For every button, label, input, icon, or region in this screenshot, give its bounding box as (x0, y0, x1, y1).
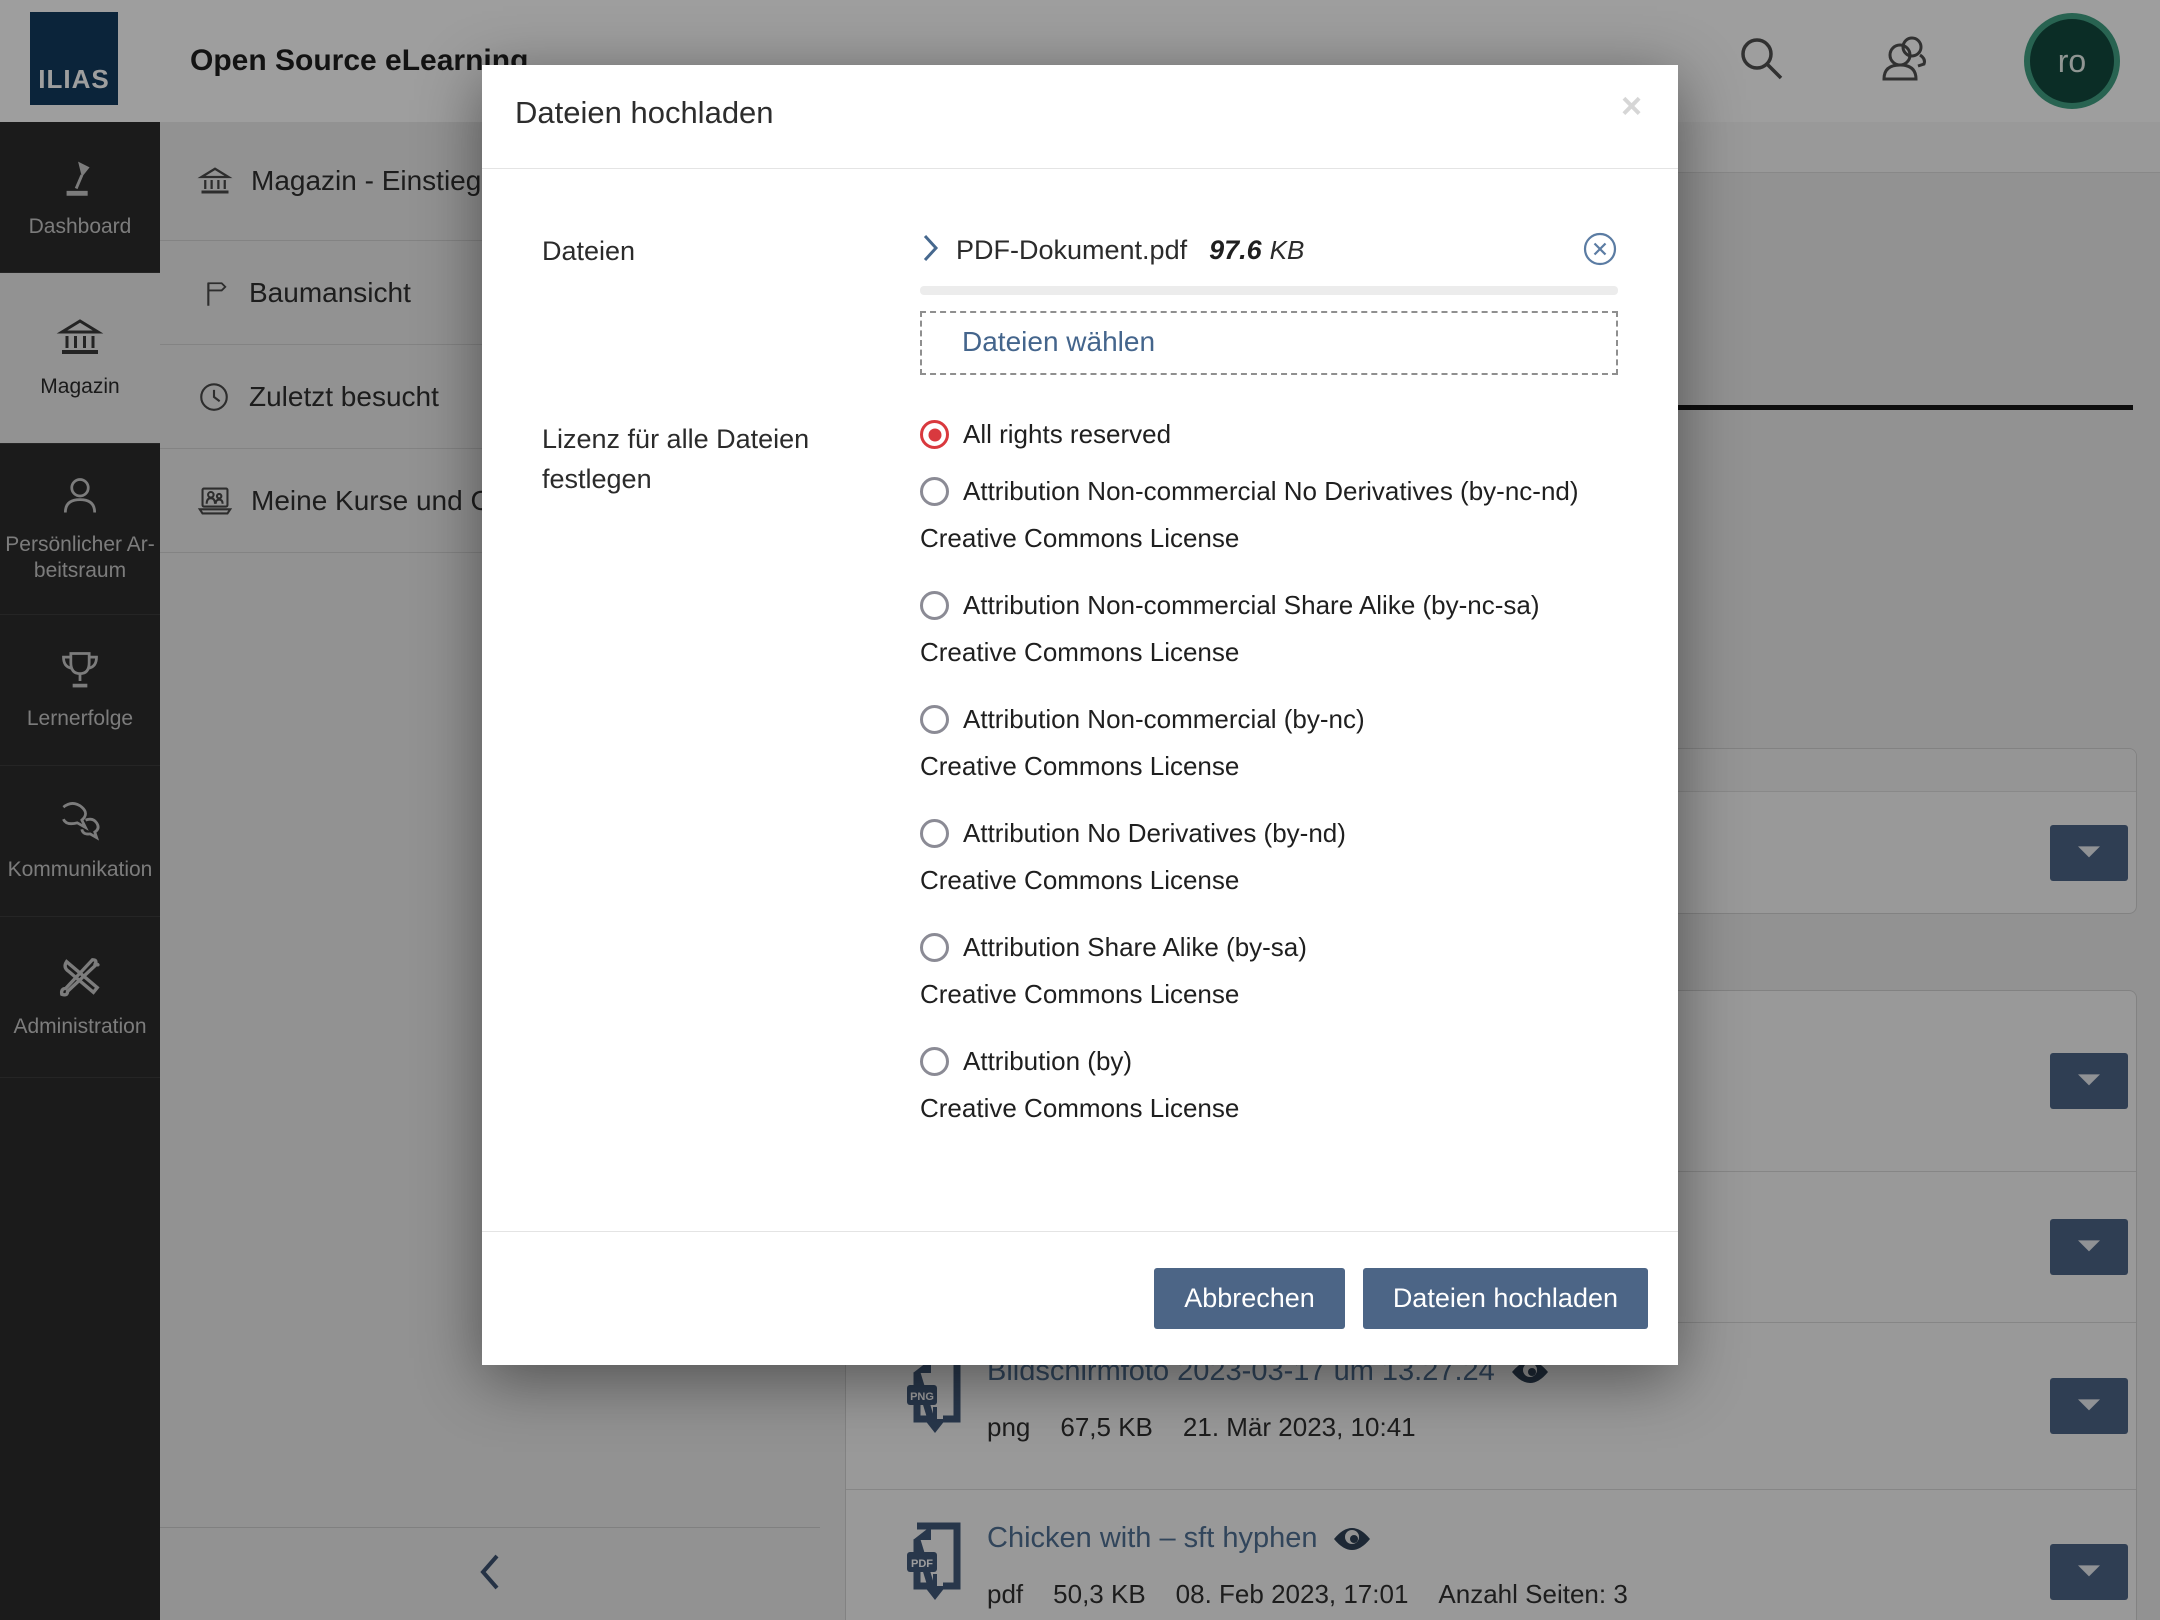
license-sublabel: Creative Commons License (920, 523, 1618, 554)
files-form-row: Dateien PDF-Dokument.pdf 97.6 KB (542, 231, 1618, 375)
radio-option[interactable]: Attribution Non-commercial Share Alike (… (920, 590, 1618, 621)
modal-title: Dateien hochladen (515, 95, 774, 131)
license-form-row: Lizenz für alle Dateien festlegen All ri… (542, 419, 1618, 1160)
radio-option[interactable]: Attribution Non-commercial (by-nc) (920, 704, 1618, 735)
radio-button[interactable] (920, 1047, 949, 1076)
license-options: All rights reserved Attribution Non-comm… (920, 419, 1618, 1160)
license-label: Lizenz für alle Dateien festlegen (542, 419, 920, 1160)
license-option-by-nc: Attribution Non-commercial (by-nc) Creat… (920, 704, 1618, 782)
radio-button[interactable] (920, 933, 949, 962)
files-label: Dateien (542, 231, 920, 375)
radio-button[interactable] (920, 819, 949, 848)
remove-file-icon[interactable] (1582, 231, 1618, 270)
license-option-by-nd: Attribution No Derivatives (by-nd) Creat… (920, 818, 1618, 896)
license-option-by-sa: Attribution Share Alike (by-sa) Creative… (920, 932, 1618, 1010)
uploaded-file-entry: PDF-Dokument.pdf 97.6 KB (920, 231, 1618, 270)
modal-body: Dateien PDF-Dokument.pdf 97.6 KB (482, 169, 1678, 1231)
radio-option[interactable]: Attribution Share Alike (by-sa) (920, 932, 1618, 963)
radio-button[interactable] (920, 591, 949, 620)
choose-files-button[interactable]: Dateien wählen (920, 311, 1618, 375)
radio-option[interactable]: Attribution Non-commercial No Derivative… (920, 476, 1618, 507)
upload-files-modal: Dateien hochladen × Dateien PDF-Dokument… (482, 65, 1678, 1365)
radio-option[interactable]: Attribution No Derivatives (by-nd) (920, 818, 1618, 849)
license-sublabel: Creative Commons License (920, 751, 1618, 782)
upload-files-button[interactable]: Dateien hochladen (1363, 1268, 1648, 1329)
radio-button[interactable] (920, 477, 949, 506)
license-option-by-nc-sa: Attribution Non-commercial Share Alike (… (920, 590, 1618, 668)
expand-file-chevron[interactable] (920, 232, 940, 269)
cancel-button[interactable]: Abbrechen (1154, 1268, 1345, 1329)
license-sublabel: Creative Commons License (920, 979, 1618, 1010)
license-option-all-rights-reserved: All rights reserved (920, 419, 1618, 450)
close-icon[interactable]: × (1615, 87, 1648, 125)
upload-progress-bar (920, 286, 1618, 295)
ilias-app: ILIAS Open Source eLearning ro (0, 0, 2160, 1620)
radio-button[interactable] (920, 420, 949, 449)
uploaded-file-size: 97.6 (1209, 235, 1262, 266)
uploaded-file-name: PDF-Dokument.pdf (956, 235, 1187, 266)
radio-option[interactable]: Attribution (by) (920, 1046, 1618, 1077)
license-option-by: Attribution (by) Creative Commons Licens… (920, 1046, 1618, 1124)
modal-footer: Abbrechen Dateien hochladen (482, 1231, 1678, 1365)
license-option-by-nc-nd: Attribution Non-commercial No Derivative… (920, 476, 1618, 554)
modal-header: Dateien hochladen × (482, 65, 1678, 169)
license-sublabel: Creative Commons License (920, 1093, 1618, 1124)
radio-option[interactable]: All rights reserved (920, 419, 1618, 450)
radio-button[interactable] (920, 705, 949, 734)
license-sublabel: Creative Commons License (920, 637, 1618, 668)
uploaded-file-unit: KB (1270, 235, 1305, 266)
license-sublabel: Creative Commons License (920, 865, 1618, 896)
